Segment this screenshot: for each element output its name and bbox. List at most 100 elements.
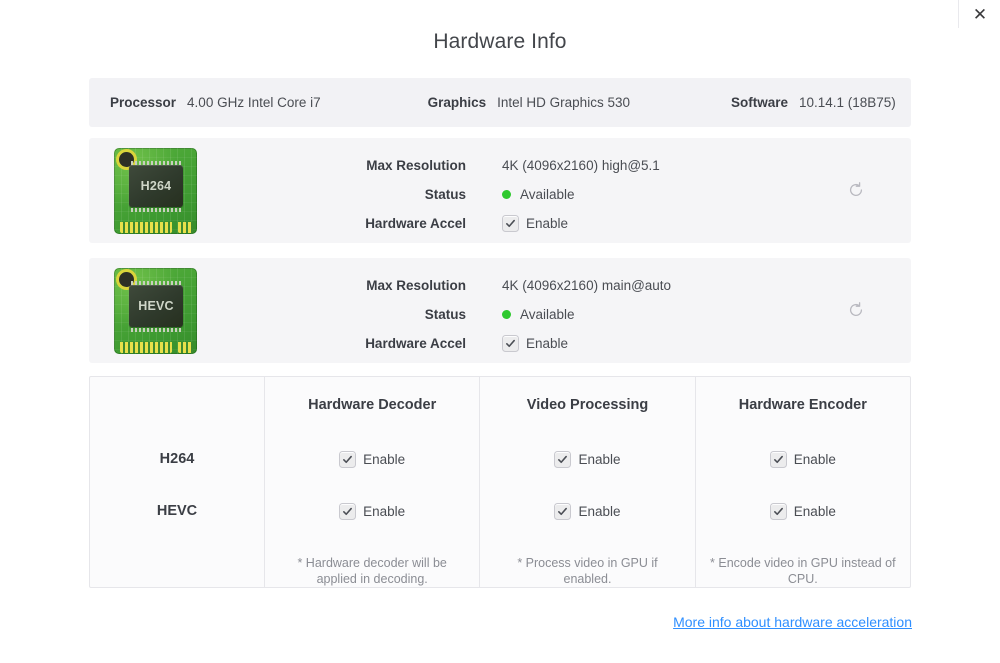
matrix-column-video-processing: Video Processing Enable: [479, 377, 694, 587]
checkbox-label: Enable: [363, 504, 405, 519]
check-icon: [557, 454, 568, 465]
processor-value: 4.00 GHz Intel Core i7: [187, 95, 321, 110]
check-icon: [773, 454, 784, 465]
titlebar: ✕: [0, 0, 1000, 28]
hardware-accel-label: Hardware Accel: [356, 216, 466, 231]
feature-matrix-table: H264 HEVC Hardware Decoder Enable: [89, 376, 911, 588]
codec-card-hevc: HEVC Max Resolution 4K (4096x2160) main@…: [89, 258, 911, 363]
matrix-cell-h264-video-processing: Enable: [554, 433, 620, 485]
chip-die-label: H264: [141, 179, 172, 193]
chip-die: HEVC: [129, 285, 183, 327]
matrix-cell-hevc-video-processing: Enable: [554, 485, 620, 537]
close-button[interactable]: ✕: [963, 0, 997, 28]
checkbox-label: Enable: [578, 452, 620, 467]
status-badge: Available: [520, 307, 575, 322]
max-resolution-value: 4K (4096x2160) main@auto: [502, 278, 671, 293]
checkbox-box: [554, 503, 571, 520]
codec-card-h264: H264 Max Resolution 4K (4096x2160) high@…: [89, 138, 911, 243]
matrix-row-label-h264: H264: [90, 433, 264, 485]
check-icon: [557, 506, 568, 517]
codec-rows-hevc: Max Resolution 4K (4096x2160) main@auto …: [356, 271, 671, 358]
chip-icon-h264: H264: [114, 148, 197, 234]
matrix-cell-hevc-encoder: Enable: [770, 485, 836, 537]
chip-connector-right: [178, 342, 193, 353]
matrix-cell-h264-decoder: Enable: [339, 433, 405, 485]
system-info-processor: Processor 4.00 GHz Intel Core i7: [110, 95, 321, 110]
checkbox-hevc-hardware-decoder[interactable]: Enable: [339, 503, 405, 520]
system-info-bar: Processor 4.00 GHz Intel Core i7 Graphic…: [89, 78, 911, 127]
checkbox-label: Enable: [794, 504, 836, 519]
matrix-column-hardware-decoder: Hardware Decoder Enable: [264, 377, 479, 587]
checkbox-hevc-video-processing[interactable]: Enable: [554, 503, 620, 520]
refresh-button-h264[interactable]: [846, 180, 866, 200]
hardware-accel-checkbox-h264[interactable]: Enable: [502, 215, 568, 232]
matrix-note-hardware-encoder: * Encode video in GPU instead of CPU.: [696, 555, 910, 587]
max-resolution-value: 4K (4096x2160) high@5.1: [502, 158, 660, 173]
checkbox-h264-hardware-encoder[interactable]: Enable: [770, 451, 836, 468]
matrix-header-hardware-decoder: Hardware Decoder: [308, 377, 436, 433]
software-value: 10.14.1 (18B75): [799, 95, 896, 110]
check-icon: [505, 218, 516, 229]
check-icon: [773, 506, 784, 517]
checkbox-box: [770, 451, 787, 468]
hardware-accel-checkbox-hevc[interactable]: Enable: [502, 335, 568, 352]
refresh-button-hevc[interactable]: [846, 300, 866, 320]
system-info-software: Software 10.14.1 (18B75): [731, 95, 896, 110]
checkbox-box: [339, 451, 356, 468]
more-info-link[interactable]: More info about hardware acceleration: [673, 614, 912, 630]
checkbox-hevc-hardware-encoder[interactable]: Enable: [770, 503, 836, 520]
graphics-value: Intel HD Graphics 530: [497, 95, 630, 110]
status-dot-icon: [502, 190, 511, 199]
matrix-row-label-hevc: HEVC: [90, 485, 264, 537]
chip-connector-right: [178, 222, 193, 233]
matrix-cell-h264-encoder: Enable: [770, 433, 836, 485]
codec-row-max-resolution: Max Resolution 4K (4096x2160) high@5.1: [356, 151, 660, 180]
codec-rows-h264: Max Resolution 4K (4096x2160) high@5.1 S…: [356, 151, 660, 238]
checkbox-box: [770, 503, 787, 520]
checkbox-label: Enable: [578, 504, 620, 519]
matrix-note-hardware-decoder: * Hardware decoder will be applied in de…: [265, 555, 479, 587]
status-badge: Available: [520, 187, 575, 202]
chip-die-pins-bottom: [131, 208, 181, 212]
hardware-info-dialog: ✕ Hardware Info Processor 4.00 GHz Intel…: [0, 0, 1000, 663]
checkbox-label: Enable: [794, 452, 836, 467]
processor-label: Processor: [110, 95, 176, 110]
checkbox-h264-video-processing[interactable]: Enable: [554, 451, 620, 468]
check-icon: [505, 338, 516, 349]
checkbox-box: [554, 451, 571, 468]
status-value-wrap: Available: [502, 307, 575, 322]
chip-connector-left: [120, 222, 172, 233]
matrix-column-hardware-encoder: Hardware Encoder Enable: [695, 377, 910, 587]
status-label: Status: [356, 307, 466, 322]
hardware-accel-label: Hardware Accel: [356, 336, 466, 351]
max-resolution-label: Max Resolution: [356, 278, 466, 293]
matrix-header-hardware-encoder: Hardware Encoder: [739, 377, 867, 433]
checkbox-h264-hardware-decoder[interactable]: Enable: [339, 451, 405, 468]
status-dot-icon: [502, 310, 511, 319]
codec-row-hardware-accel: Hardware Accel Enable: [356, 329, 671, 358]
chip-die: H264: [129, 165, 183, 207]
codec-row-hardware-accel: Hardware Accel Enable: [356, 209, 660, 238]
checkbox-label: Enable: [526, 216, 568, 231]
page-title: Hardware Info: [0, 30, 1000, 54]
chip-connector: [114, 341, 197, 354]
chip-die-pins-bottom: [131, 328, 181, 332]
system-info-graphics: Graphics Intel HD Graphics 530: [428, 95, 630, 110]
refresh-icon: [846, 300, 866, 320]
checkbox-label: Enable: [363, 452, 405, 467]
checkbox-box: [502, 335, 519, 352]
matrix-header-video-processing: Video Processing: [527, 377, 648, 433]
checkbox-box: [339, 503, 356, 520]
check-icon: [342, 506, 353, 517]
codec-row-status: Status Available: [356, 300, 671, 329]
refresh-icon: [846, 180, 866, 200]
graphics-label: Graphics: [428, 95, 487, 110]
chip-connector: [114, 221, 197, 234]
matrix-note-video-processing: * Process video in GPU if enabled.: [480, 555, 694, 587]
software-label: Software: [731, 95, 788, 110]
matrix-row-label-column: H264 HEVC: [90, 377, 264, 587]
status-value-wrap: Available: [502, 187, 575, 202]
close-icon: ✕: [973, 6, 987, 23]
matrix-cell-hevc-decoder: Enable: [339, 485, 405, 537]
chip-die-label: HEVC: [138, 299, 174, 313]
